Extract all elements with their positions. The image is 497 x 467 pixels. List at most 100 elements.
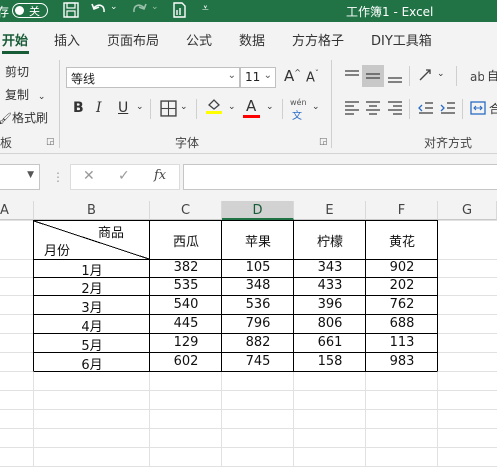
touch-mode-icon[interactable] [170,1,188,19]
month-cell[interactable]: 5月 [34,335,150,354]
undo-icon[interactable] [90,1,108,19]
redo-dropdown-icon[interactable]: ⌄ [151,2,159,12]
formula-bar-grip-icon[interactable]: ⋮ [52,170,64,184]
increase-font-size-button[interactable]: A^ [284,67,301,85]
cut-button[interactable]: 剪切 [5,63,29,80]
save-icon[interactable] [62,1,80,19]
align-middle-icon[interactable] [364,67,382,85]
autosave-toggle[interactable]: 关 [12,3,48,18]
phonetic-guide-button[interactable]: 文 [292,107,302,122]
font-name-combo[interactable]: 等线 ⌄ [66,67,240,88]
customize-toolbar-icon[interactable]: ⩡ [202,1,209,16]
value-cell[interactable]: 902 [366,260,438,275]
value-cell[interactable]: 535 [150,278,222,293]
value-cell[interactable]: 688 [366,316,438,331]
value-cell[interactable]: 806 [294,316,366,331]
wrap-text-icon[interactable]: ab [470,68,484,86]
value-cell[interactable]: 433 [294,278,366,293]
value-cell[interactable]: 445 [150,316,222,331]
month-cell[interactable]: 1月 [34,260,150,279]
value-cell[interactable]: 882 [222,335,294,350]
value-cell[interactable]: 602 [150,354,222,369]
value-cell[interactable]: 343 [294,260,366,275]
phonetic-dropdown-icon[interactable]: ⌄ [312,102,320,112]
value-cell[interactable]: 661 [294,335,366,350]
align-left-icon[interactable] [343,99,361,117]
value-cell[interactable]: 202 [366,278,438,293]
underline-dropdown-icon[interactable]: ⌄ [136,102,144,112]
increase-indent-icon[interactable] [439,99,457,117]
align-center-icon[interactable] [364,99,382,117]
grow-font-label: A [284,67,295,85]
product-header[interactable]: 苹果 [222,231,294,250]
bold-button[interactable]: B [73,100,84,116]
value-cell[interactable]: 158 [294,354,366,369]
italic-button[interactable]: I [96,100,102,116]
orientation-dropdown-icon[interactable]: ⌄ [437,69,445,79]
undo-dropdown-icon[interactable]: ⌄ [110,2,118,12]
decrease-indent-icon[interactable] [417,99,435,117]
font-color-button[interactable]: A [246,97,256,115]
confirm-entry-icon[interactable]: ✓ [118,168,130,184]
separator [409,66,410,86]
copy-dropdown-icon[interactable]: ⌄ [38,92,46,102]
tab-data[interactable]: 数据 [239,30,265,49]
tab-home[interactable]: 开始 [2,30,28,49]
format-painter-icon: 🖌 [0,112,12,125]
borders-dropdown-icon[interactable]: ⌄ [180,102,188,112]
value-cell[interactable]: 348 [222,278,294,293]
value-cell[interactable]: 536 [222,297,294,312]
decrease-font-size-button[interactable]: Aˇ [306,69,319,85]
align-right-icon[interactable] [386,99,404,117]
cancel-entry-icon[interactable]: ✕ [83,168,95,184]
underline-button[interactable]: U [118,100,128,116]
value-cell[interactable]: 762 [366,297,438,312]
fill-color-icon[interactable] [205,96,223,114]
fill-color-dropdown-icon[interactable]: ⌄ [228,102,236,112]
orientation-icon[interactable] [417,66,435,84]
copy-button[interactable]: 复制 ⌄ [5,86,45,103]
value-cell[interactable]: 129 [150,335,222,350]
value-cell[interactable]: 105 [222,260,294,275]
value-cell[interactable]: 382 [150,260,222,275]
formula-input[interactable] [183,164,497,190]
tab-insert[interactable]: 插入 [54,30,80,49]
month-cell[interactable]: 4月 [34,316,150,335]
redo-icon[interactable] [130,1,148,19]
format-painter-button[interactable]: 🖌格式刷 [0,109,48,126]
month-cell[interactable]: 2月 [34,278,150,297]
font-size-combo[interactable]: 11 ⌄ [240,67,276,88]
value-cell[interactable]: 796 [222,316,294,331]
product-header[interactable]: 黄花 [366,231,438,250]
tab-fangfang[interactable]: 方方格子 [292,30,344,49]
wrap-text-button[interactable]: 自 [487,67,497,84]
tab-diy-toolbox[interactable]: DIY工具箱 [371,30,432,49]
worksheet-grid[interactable]: A B C D E F G 商品 月份 西瓜 苹果 柠檬 黄花 1月 382 105 343 902 2月 535 34… [0,201,497,467]
align-bottom-icon[interactable] [386,67,404,85]
merge-center-button[interactable]: 合 [489,100,497,117]
month-cell[interactable]: 3月 [34,297,150,316]
borders-icon[interactable] [160,100,177,117]
align-top-icon[interactable] [343,67,361,85]
value-cell[interactable]: 396 [294,297,366,312]
grow-arrow-icon: ^ [294,68,301,77]
merge-center-icon[interactable] [470,99,486,117]
value-cell[interactable]: 983 [366,354,438,369]
month-cell[interactable]: 6月 [34,354,150,373]
insert-function-button[interactable]: fx [154,168,166,183]
value-cell[interactable]: 113 [366,335,438,350]
font-color-dropdown-icon[interactable]: ⌄ [266,102,274,112]
font-launcher-icon[interactable]: ◲ [319,137,328,147]
tab-formulas[interactable]: 公式 [186,30,212,49]
name-box-dropdown-icon[interactable]: ▼ [27,170,34,180]
name-box[interactable]: ▼ [0,164,40,190]
phonetic-top: wén [290,98,307,107]
value-cell[interactable]: 540 [150,297,222,312]
product-header[interactable]: 西瓜 [150,231,222,250]
product-header[interactable]: 柠檬 [294,231,366,250]
title-bar: 存 关 ⌄ ⌄ ⩡ 工作簿1 - Excel [0,0,497,22]
clipboard-launcher-icon[interactable]: ◲ [46,137,55,147]
autosave-label-fragment: 存 [0,5,10,19]
tab-page-layout[interactable]: 页面布局 [107,30,159,49]
value-cell[interactable]: 745 [222,354,294,369]
